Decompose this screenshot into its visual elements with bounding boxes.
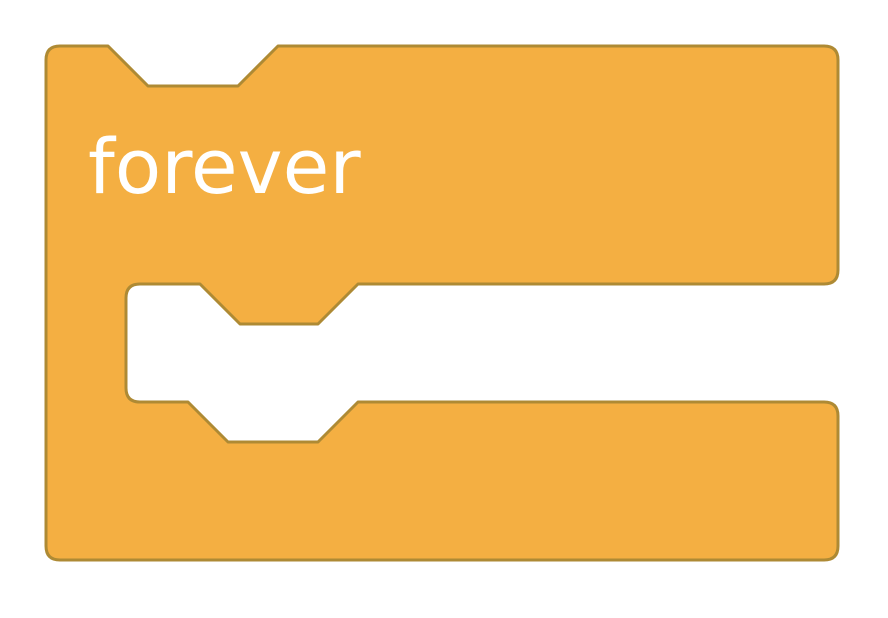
workspace-canvas: [44, 44, 840, 562]
forever-block-label: forever: [88, 122, 361, 211]
